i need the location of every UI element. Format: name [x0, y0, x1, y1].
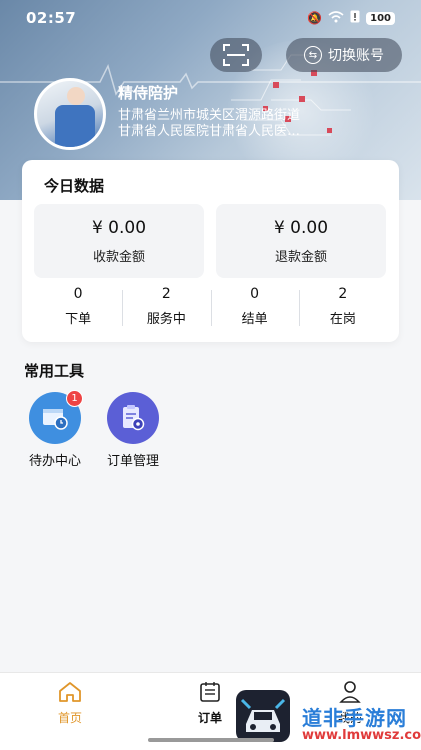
battery-level: 100: [366, 11, 395, 25]
stat-number: 0: [250, 286, 260, 302]
stat-label: 服务中: [146, 312, 186, 327]
refund-box[interactable]: ¥ 0.00 退款金额: [216, 204, 386, 278]
stat-number: 0: [73, 286, 83, 302]
sim-alert-icon: [350, 10, 360, 26]
stat-closed[interactable]: 0 结单: [210, 286, 299, 330]
stat-in-service[interactable]: 2 服务中: [122, 286, 210, 330]
refund-label: 退款金额: [274, 250, 327, 265]
status-time: 02:57: [26, 9, 77, 27]
income-box[interactable]: ¥ 0.00 收款金额: [34, 204, 204, 278]
watermark-url: www.lmwwsz.com: [302, 728, 421, 743]
avatar[interactable]: [34, 78, 106, 150]
nav-label: 首页: [57, 711, 82, 725]
stat-label: 在岗: [329, 312, 356, 327]
stat-placed[interactable]: 0 下单: [34, 286, 122, 330]
stat-number: 2: [338, 286, 348, 302]
income-value: ¥ 0.00: [91, 218, 147, 238]
scan-button[interactable]: [210, 38, 262, 72]
todo-clock-icon: 1: [29, 390, 83, 444]
nav-home[interactable]: 首页: [30, 679, 110, 726]
today-data-title: 今日数据: [44, 177, 105, 195]
profile-name: 精侍陪护: [118, 84, 179, 102]
status-bar: 02:57 🔕 100: [0, 0, 421, 36]
watermark-logo: [236, 690, 290, 742]
stat-number: 2: [161, 286, 171, 302]
today-data-card: 今日数据 ¥ 0.00 收款金额 ¥ 0.00 退款金额 0 下单 2 服务中 …: [22, 160, 399, 342]
mute-icon: 🔕: [307, 11, 323, 25]
home-indicator[interactable]: [148, 738, 274, 742]
refund-value: ¥ 0.00: [273, 218, 329, 238]
tool-order-management[interactable]: 订单管理: [98, 392, 168, 469]
tool-label: 待办中心: [28, 454, 81, 469]
todo-badge: 1: [66, 390, 83, 407]
stat-on-duty[interactable]: 2 在岗: [298, 286, 387, 330]
stats-row: 0 下单 2 服务中 0 结单 2 在岗: [34, 286, 387, 330]
order-clipboard-icon: [107, 392, 159, 444]
tool-todo-center[interactable]: 1 待办中心: [20, 390, 90, 469]
scan-icon: [223, 44, 249, 66]
income-label: 收款金额: [92, 250, 145, 265]
tools-title: 常用工具: [24, 362, 85, 380]
stat-label: 结单: [241, 312, 268, 327]
status-icons: 🔕 100: [307, 10, 395, 26]
watermark-text: 道非手游网: [302, 706, 407, 730]
profile-hospital: 甘肃省人民医院甘肃省人民医…: [118, 124, 301, 139]
switch-account-label: 切换账号: [328, 48, 384, 64]
wifi-icon: [328, 10, 344, 26]
switch-icon: ⇆: [304, 46, 322, 64]
home-icon: [30, 679, 110, 705]
tool-label: 订单管理: [106, 454, 159, 469]
stat-label: 下单: [65, 312, 92, 327]
switch-account-button[interactable]: ⇆ 切换账号: [286, 38, 402, 72]
